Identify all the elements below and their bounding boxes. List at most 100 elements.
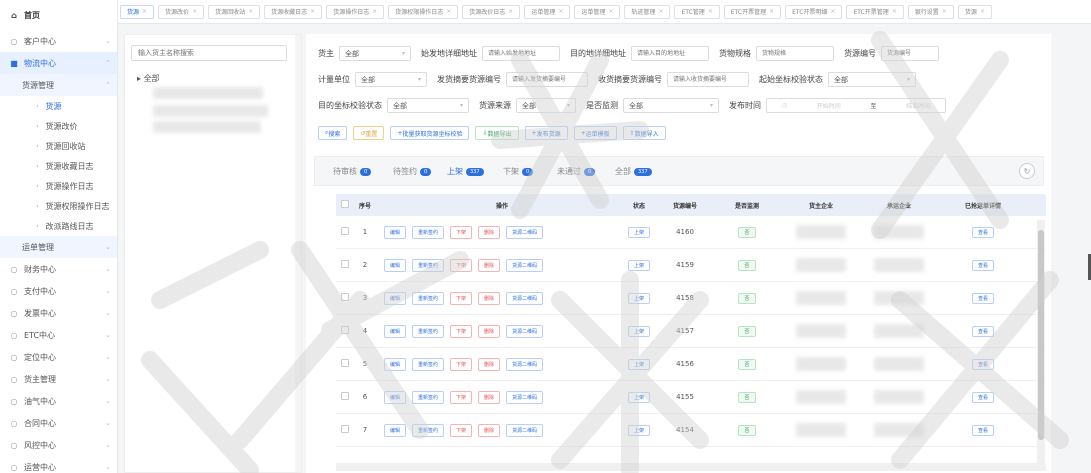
import-button[interactable]: ⇧ 数据导入 [622,126,666,140]
tab-2[interactable]: 货源改价 × [158,4,205,19]
close-icon[interactable]: × [769,8,774,15]
resign-button[interactable]: 重新签约 [412,423,445,437]
close-icon[interactable]: × [372,8,377,15]
reset-button[interactable]: ↺ 重置 [353,126,385,140]
status-tab-6[interactable]: 全部 337 [615,166,652,177]
sidebar-item-11[interactable]: 运单管理 ⌄ [0,236,117,258]
tab-6[interactable]: 货源权限操作日志 × [388,4,459,19]
row-checkbox[interactable] [336,425,354,435]
qrcode-button[interactable]: 货源二维码 [506,258,544,272]
sidebar-item-13[interactable]: ○ 支付中心 ⌄ [0,280,117,302]
sidebar-item-18[interactable]: ○ 油气中心 ⌄ [0,390,117,412]
close-icon[interactable]: × [508,8,513,15]
dest-input[interactable] [631,46,709,61]
view-detail-button[interactable]: 查看 [971,424,994,436]
publish-button[interactable]: + 发布货源 [524,126,568,140]
start-check-select[interactable]: 全部 ▾ [828,72,916,87]
edit-button[interactable]: 编辑 [384,390,407,404]
close-icon[interactable]: × [608,8,613,15]
recv-no-input[interactable] [667,72,749,87]
tab-12[interactable]: ETC开票管理 × [723,4,782,19]
tab-8[interactable]: 运单管理 × [524,4,571,19]
resign-button[interactable]: 重新签约 [412,357,445,371]
sidebar-item-20[interactable]: ○ 风控中心 ⌄ [0,434,117,456]
delete-button[interactable]: 删除 [478,390,501,404]
template-button[interactable]: + 运单模板 [573,126,617,140]
unit-select[interactable]: 全部 ▾ [355,72,427,87]
close-icon[interactable]: × [942,8,947,15]
row-checkbox[interactable] [336,359,354,369]
refresh-icon[interactable]: ↻ [1019,163,1035,179]
scrollbar-thumb[interactable] [1038,230,1044,440]
resign-button[interactable]: 重新签约 [412,324,445,338]
monitor-select[interactable]: 全部 ▾ [623,98,719,113]
origin-input[interactable] [482,46,560,61]
status-tab-2[interactable]: 待签约 0 [393,166,432,177]
close-icon[interactable]: × [142,8,147,15]
pubtime-range[interactable]: ◷ 开始时间 至 结束时间 [766,98,946,113]
edit-button[interactable]: 编辑 [384,225,407,239]
tab-11[interactable]: ETC管理 × [674,4,720,19]
resign-button[interactable]: 重新签约 [412,258,445,272]
search-button[interactable]: ⌕ 搜索 [318,126,348,140]
sidebar-item-4[interactable]: · 货源 [0,96,117,116]
close-icon[interactable]: × [558,8,563,15]
edit-button[interactable]: 编辑 [384,258,407,272]
source-select[interactable]: 全部 ▾ [516,98,576,113]
edit-button[interactable]: 编辑 [384,357,407,371]
cargo-no-input[interactable] [881,46,939,61]
close-icon[interactable]: × [658,8,663,15]
spec-input[interactable] [756,46,834,61]
sidebar-item-15[interactable]: ○ ETC中心 ⌄ [0,324,117,346]
sidebar-item-14[interactable]: ○ 发票中心 ⌄ [0,302,117,324]
close-icon[interactable]: × [980,8,985,15]
tab-14[interactable]: ETC开票管理 × [846,4,904,19]
dest-check-select[interactable]: 全部 ▾ [387,98,469,113]
sidebar-item-21[interactable]: ○ 运营中心 ⌄ [0,456,117,473]
offshelf-button[interactable]: 下架 [450,357,473,371]
qrcode-button[interactable]: 货源二维码 [506,225,544,239]
row-checkbox[interactable] [336,326,354,336]
close-icon[interactable]: × [310,8,315,15]
tab-7[interactable]: 货源改价日志 × [462,4,521,19]
qrcode-button[interactable]: 货源二维码 [506,423,544,437]
tree-scrollbar[interactable] [295,35,301,472]
row-checkbox[interactable] [336,260,354,270]
sidebar-item-9[interactable]: · 货源权限操作日志 [0,196,117,216]
tab-10[interactable]: 轨迹管理 × [624,4,671,19]
view-detail-button[interactable]: 查看 [971,358,994,370]
tree-node-root[interactable]: ▸ 全部 [137,73,160,84]
qrcode-button[interactable]: 货源二维码 [506,291,544,305]
table-horizontal-scrollbar[interactable] [336,463,1046,471]
sidebar-item-8[interactable]: · 货源操作日志 [0,176,117,196]
delete-button[interactable]: 删除 [478,357,501,371]
batch-check-button[interactable]: + 批量获取货源坐标校验 [390,126,470,140]
status-tab-1[interactable]: 待审核 0 [333,166,372,177]
view-detail-button[interactable]: 查看 [971,391,994,403]
sidebar-item-home[interactable]: ⌂ 首页 [0,0,117,30]
offshelf-button[interactable]: 下架 [450,258,473,272]
tab-4[interactable]: 货源收藏日志 × [264,4,323,19]
view-detail-button[interactable]: 查看 [971,292,994,304]
tab-16[interactable]: 货源 × [957,4,992,19]
sidebar-item-5[interactable]: · 货源改价 [0,116,117,136]
offshelf-button[interactable]: 下架 [450,423,473,437]
tab-1[interactable]: 货源 × [120,4,155,19]
qrcode-button[interactable]: 货源二维码 [506,324,544,338]
row-checkbox[interactable] [336,293,354,303]
close-icon[interactable]: × [892,8,897,15]
sidebar-item-16[interactable]: ○ 定位中心 ⌄ [0,346,117,368]
sidebar-item-6[interactable]: · 货源回收站 [0,136,117,156]
status-tab-5[interactable]: 未通过 0 [557,166,596,177]
resign-button[interactable]: 重新签约 [412,390,445,404]
offshelf-button[interactable]: 下架 [450,225,473,239]
close-icon[interactable]: × [446,8,451,15]
sidebar-item-1[interactable]: ○ 客户中心 ⌄ [0,30,117,52]
sidebar-item-17[interactable]: ○ 货主管理 ⌄ [0,368,117,390]
view-detail-button[interactable]: 查看 [971,325,994,337]
table-vertical-scrollbar[interactable] [1037,220,1045,468]
row-checkbox[interactable] [336,392,354,402]
close-icon[interactable]: × [830,8,835,15]
close-icon[interactable]: × [248,8,253,15]
resign-button[interactable]: 重新签约 [412,291,445,305]
